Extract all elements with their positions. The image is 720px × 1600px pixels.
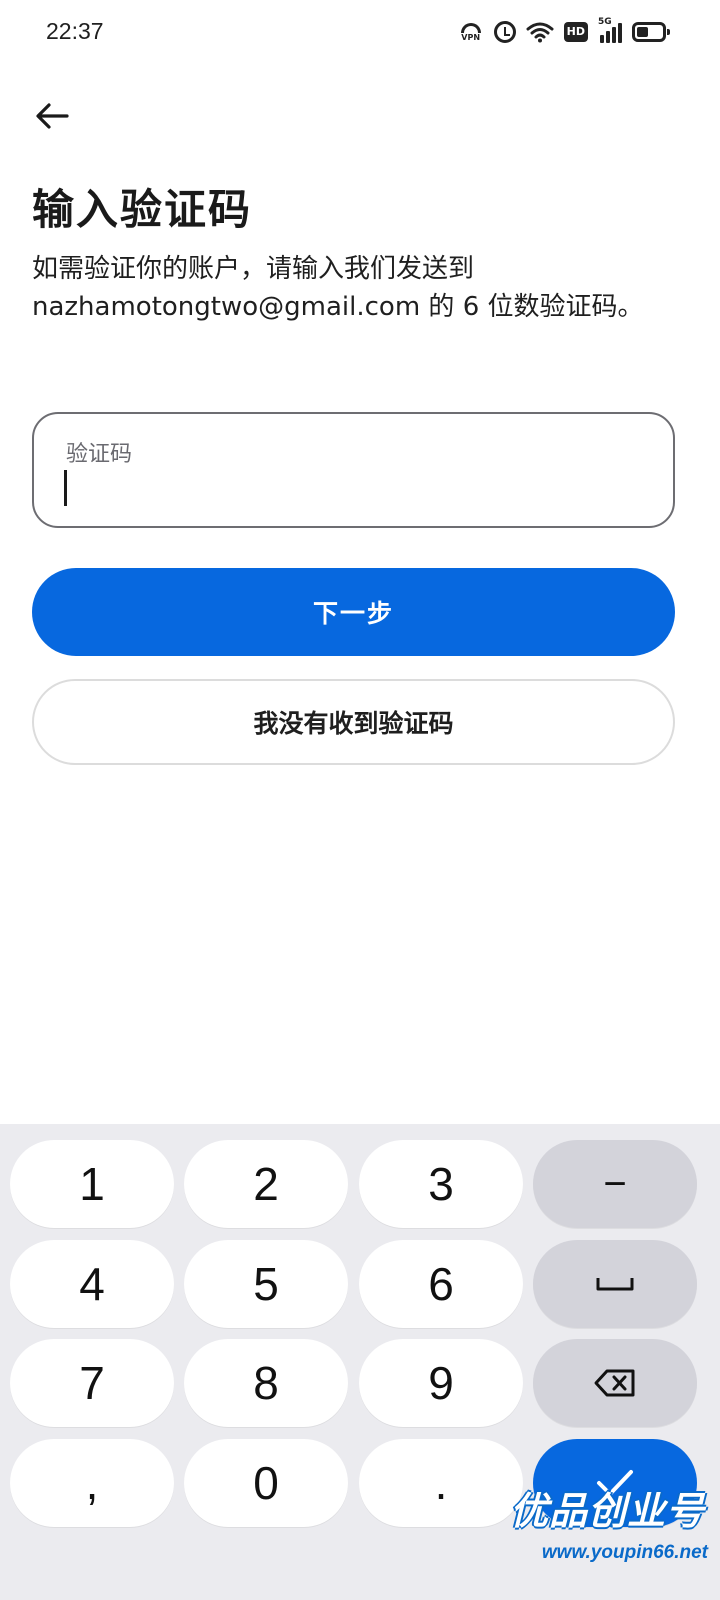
alarm-icon (493, 19, 516, 45)
key-6[interactable]: 6 (359, 1240, 523, 1328)
key-7[interactable]: 7 (10, 1339, 174, 1427)
key-9[interactable]: 9 (359, 1339, 523, 1427)
code-input[interactable] (62, 470, 622, 510)
confirm-key[interactable] (533, 1439, 697, 1527)
key-8[interactable]: 8 (184, 1339, 348, 1427)
no-code-button[interactable]: 我没有收到验证码 (32, 679, 675, 765)
status-bar: 22:37 VPN HD 5G (0, 0, 720, 64)
text-caret (64, 470, 67, 506)
verification-description: 如需验证你的账户，请输入我们发送到 nazhamotongtwo@gmail.c… (32, 254, 644, 322)
vpn-icon: VPN (458, 19, 484, 45)
backspace-key[interactable] (533, 1339, 697, 1427)
battery-icon (632, 19, 670, 45)
key-5[interactable]: 5 (184, 1240, 348, 1328)
key-3[interactable]: 3 (359, 1140, 523, 1228)
status-icons: VPN HD 5G (458, 17, 670, 46)
code-field[interactable]: 验证码 (32, 412, 675, 528)
back-button[interactable] (30, 96, 74, 136)
vpn-label: VPN (461, 32, 481, 42)
space-key[interactable] (533, 1240, 697, 1328)
page-title: 输入验证码 (32, 185, 253, 234)
code-field-label: 验证码 (66, 442, 133, 467)
arrow-left-icon (36, 103, 69, 129)
key-1[interactable]: 1 (10, 1140, 174, 1228)
minus-icon: − (603, 1161, 627, 1206)
space-icon (596, 1278, 634, 1291)
key-4[interactable]: 4 (10, 1240, 174, 1328)
signal-5g-icon: 5G (598, 17, 622, 43)
wifi-icon (526, 19, 554, 45)
minus-key[interactable]: − (533, 1140, 697, 1228)
network-label: 5G (598, 17, 612, 27)
hd-icon: HD (563, 22, 588, 42)
next-button[interactable]: 下一步 (32, 568, 675, 656)
status-time: 22:37 (46, 18, 104, 44)
period-key[interactable]: . (359, 1439, 523, 1527)
comma-key[interactable]: , (10, 1439, 174, 1527)
numeric-keypad: 1 2 3 − 4 5 6 7 8 9 , 0 . (0, 1124, 720, 1600)
backspace-icon (594, 1369, 635, 1397)
key-0[interactable]: 0 (184, 1439, 348, 1527)
key-2[interactable]: 2 (184, 1140, 348, 1228)
check-icon (597, 1470, 633, 1496)
